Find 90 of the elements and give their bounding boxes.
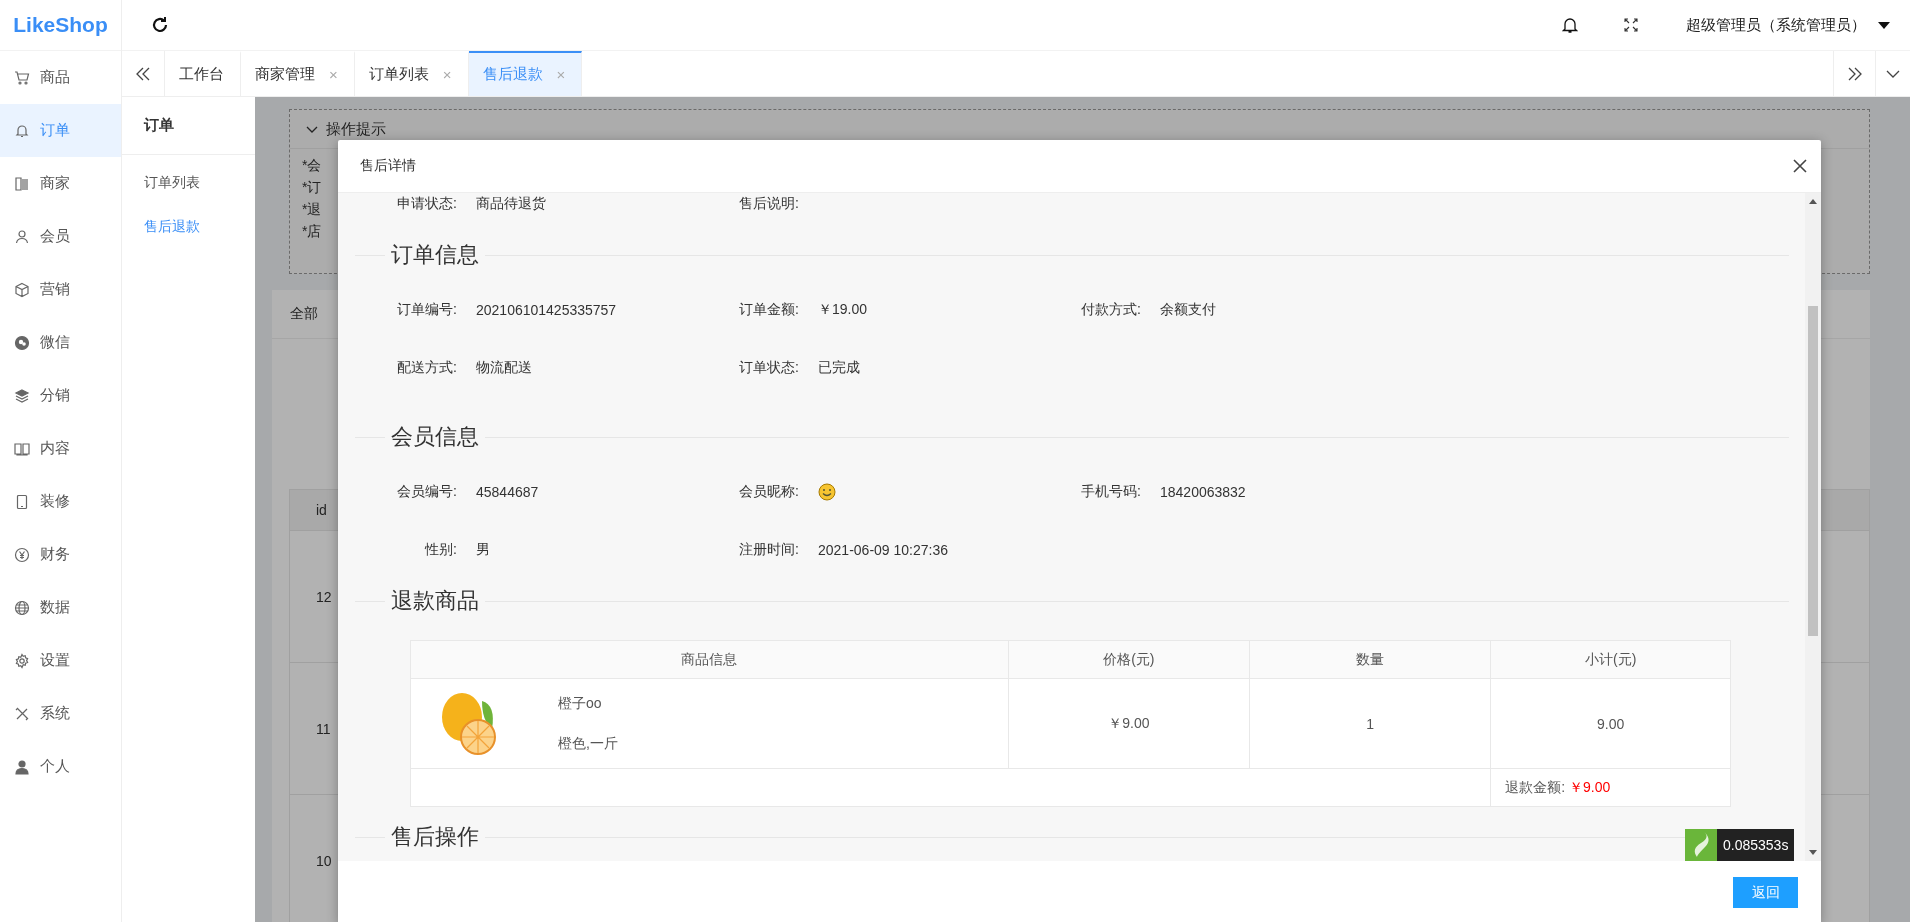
- sidebar-item[interactable]: 财务: [0, 528, 121, 581]
- field-label: 订单金额:: [738, 301, 799, 319]
- bell-icon[interactable]: [1562, 16, 1578, 34]
- table-cell: ￥9.00: [1108, 714, 1150, 731]
- sidebar-item[interactable]: 营销: [0, 263, 121, 316]
- person-icon: [14, 758, 30, 775]
- field-value: 余额支付: [1160, 301, 1216, 319]
- tablet-icon: [14, 493, 30, 510]
- table-cell: 9.00: [1597, 715, 1625, 732]
- bell-icon: [14, 122, 30, 139]
- fullscreen-icon[interactable]: [1624, 18, 1638, 32]
- gear-icon: [14, 652, 30, 669]
- table-cell: 12: [316, 588, 332, 605]
- smiley-icon: [818, 483, 836, 501]
- tip-text: *订: [302, 179, 322, 197]
- dialog-title: 售后详情: [360, 157, 417, 175]
- table-cell: 10: [316, 852, 332, 869]
- sidebar-item[interactable]: 商品: [0, 51, 121, 104]
- column-header: 小计(元): [1584, 650, 1637, 667]
- caret-icon[interactable]: [1878, 21, 1890, 29]
- layers-icon: [14, 387, 30, 404]
- table-cell: 1: [1366, 715, 1375, 732]
- sidebar-item[interactable]: 装修: [0, 475, 121, 528]
- tab[interactable]: 全部: [290, 305, 318, 323]
- field-value: 男: [476, 541, 490, 559]
- user-name[interactable]: 超级管理员（系统管理员）: [1686, 15, 1866, 35]
- product-spec: 橙色,一斤: [558, 734, 618, 753]
- refresh-icon[interactable]: [150, 15, 170, 35]
- tip-text: *店: [302, 223, 322, 241]
- sidebar-item[interactable]: 内容: [0, 422, 121, 475]
- sidebar-item[interactable]: 微信: [0, 316, 121, 369]
- user-icon: [14, 228, 30, 245]
- refund-amount: ￥9.00: [1569, 778, 1611, 795]
- close-icon[interactable]: [1793, 159, 1807, 173]
- scroll-down-icon[interactable]: [1809, 850, 1817, 855]
- field-label: 注册时间:: [738, 541, 799, 559]
- sidebar-item[interactable]: 设置: [0, 634, 121, 687]
- field-label: 订单编号:: [396, 301, 457, 319]
- tab[interactable]: 订单列表 ×: [354, 51, 469, 96]
- load-time: 0.085353s: [1717, 829, 1795, 861]
- tab[interactable]: 商家管理 ×: [241, 51, 355, 96]
- column-header: 价格(元): [1103, 650, 1155, 667]
- sidebar-item[interactable]: 分销: [0, 369, 121, 422]
- sidebar-item[interactable]: 商家: [0, 157, 121, 210]
- field-label: 会员编号:: [396, 483, 457, 501]
- field-value: 商品待退货: [476, 195, 546, 213]
- sidebar-item[interactable]: 会员: [0, 210, 121, 263]
- field-label: 会员昵称:: [738, 483, 799, 501]
- chat-icon: [14, 334, 30, 351]
- field-value: 已完成: [818, 359, 860, 377]
- field-value: 2021-06-09 10:27:36: [818, 542, 948, 558]
- column-header: 数量: [1356, 650, 1385, 667]
- tip-text: *会: [302, 157, 322, 175]
- section-title: 会员信息: [391, 423, 479, 451]
- cart-icon: [14, 69, 30, 86]
- table-cell: 11: [316, 720, 331, 737]
- field-label: 配送方式:: [396, 359, 457, 377]
- field-value: 45844687: [476, 484, 539, 500]
- field-label: 订单状态:: [738, 359, 799, 377]
- sidebar-item[interactable]: 个人: [0, 740, 121, 793]
- scroll-up-icon[interactable]: [1809, 199, 1817, 204]
- yen-icon: [14, 546, 30, 563]
- field-value: ￥19.00: [818, 301, 868, 319]
- column-header: 商品信息: [681, 650, 738, 667]
- cube-icon: [14, 281, 30, 298]
- subnav-item[interactable]: 订单列表: [122, 160, 255, 204]
- building-icon: [14, 175, 30, 192]
- refund-label: 退款金额:: [1505, 778, 1566, 795]
- sidebar-item[interactable]: 系统: [0, 687, 121, 740]
- section-title: 售后操作: [391, 823, 479, 851]
- field-label: 手机号码:: [1080, 483, 1141, 501]
- field-value: 18420063832: [1160, 484, 1246, 500]
- field-label: 性别:: [423, 541, 457, 559]
- field-label: 售后说明:: [738, 195, 799, 213]
- field-label: 申请状态:: [396, 195, 457, 213]
- section-title: 退款商品: [391, 587, 479, 615]
- field-value: 202106101425335757: [476, 302, 617, 318]
- chevron-down-icon[interactable]: [306, 125, 318, 133]
- globe-icon: [14, 599, 30, 616]
- tab[interactable]: 工作台: [165, 51, 241, 96]
- tip-text: *退: [302, 201, 322, 219]
- field-value: 物流配送: [476, 359, 532, 377]
- book-icon: [14, 440, 30, 457]
- scrollbar[interactable]: [1805, 193, 1821, 861]
- field-label: 付款方式:: [1080, 301, 1141, 319]
- tips-title: 操作提示: [326, 119, 386, 139]
- section-title: 订单信息: [391, 241, 479, 269]
- column-header: id: [316, 502, 327, 518]
- sidebar-item[interactable]: 数据: [0, 581, 121, 634]
- product-name: 橙子oo: [558, 694, 603, 713]
